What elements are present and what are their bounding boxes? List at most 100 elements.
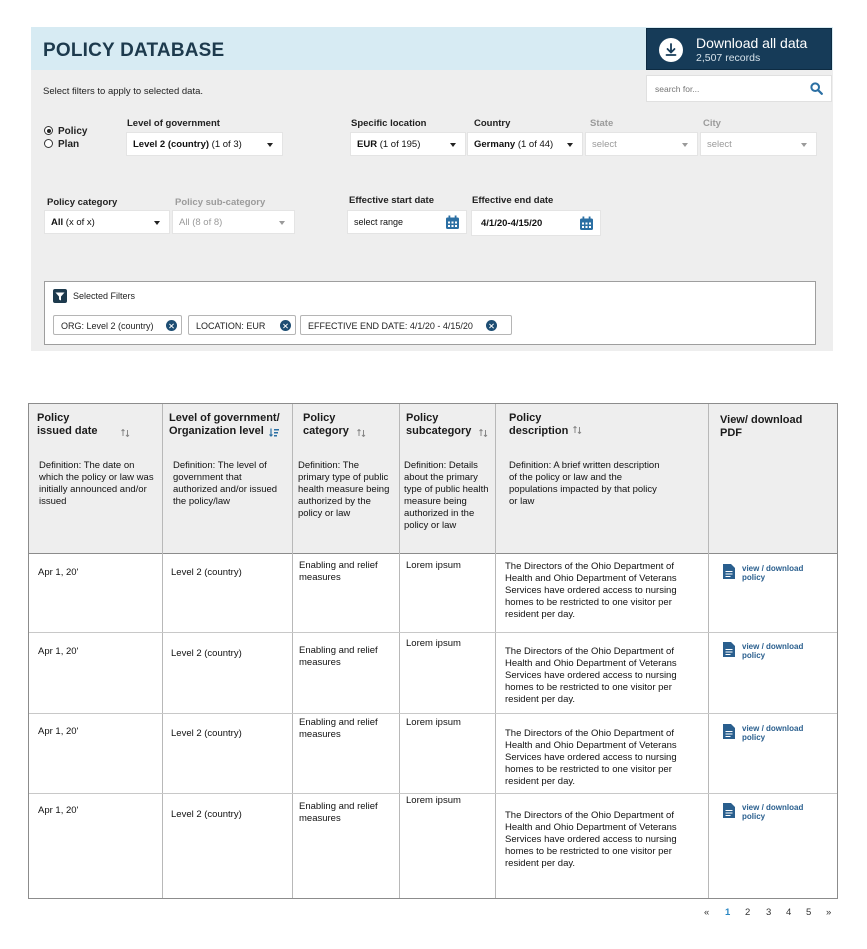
sort-active-icon[interactable] (269, 428, 280, 437)
category-cell: Enabling and relief measures (299, 645, 378, 668)
column-header-subcategory[interactable]: Policy subcategory Definition: Details a… (399, 404, 495, 554)
view-download-label[interactable]: view / download policy (742, 564, 814, 582)
column-title: Policy issued date (37, 412, 98, 437)
page-button[interactable]: 4 (786, 907, 791, 918)
country-select[interactable]: Germany (1 of 44) (467, 132, 583, 156)
city-select[interactable]: select (700, 132, 817, 156)
start-date-value: select range (354, 217, 404, 227)
chevron-down-icon (450, 143, 456, 147)
start-date-field[interactable]: select range (347, 210, 467, 234)
column-definition: Definition: Details about the primary ty… (404, 460, 489, 531)
column-header-pdf: View/ download PDF (708, 404, 837, 554)
download-all-button[interactable]: Download all data 2,507 records (646, 28, 832, 70)
radio-button-checked[interactable] (44, 126, 53, 135)
level-cell: Level 2 (country) (171, 648, 242, 659)
level-cell: Level 2 (country) (171, 567, 242, 578)
filter-chip-org[interactable]: ORG: Level 2 (country) (53, 315, 182, 335)
search-icon[interactable] (810, 82, 823, 100)
category-label: Policy category (47, 197, 118, 208)
sort-icon[interactable] (479, 429, 488, 437)
column-divider (708, 404, 709, 898)
remove-chip-icon[interactable] (280, 320, 291, 331)
column-header-category[interactable]: Policy category Definition: The primary … (292, 404, 399, 554)
view-download-label[interactable]: view / download policy (742, 724, 814, 742)
category-select[interactable]: All (x of x) (44, 210, 170, 234)
column-title: Policy subcategory (406, 412, 472, 437)
row-divider (29, 632, 837, 633)
selected-filters-label: Selected Filters (73, 291, 136, 301)
issued-date-cell: Apr 1, 20' (38, 726, 79, 737)
issued-date-cell: Apr 1, 20' (38, 567, 79, 578)
column-title: View/ download PDF (720, 414, 803, 439)
category-value: All (51, 217, 64, 228)
prev-page-button[interactable]: « (704, 907, 709, 918)
city-value: select (707, 139, 732, 150)
column-definition: Definition: The primary type of public h… (298, 460, 390, 519)
end-date-field[interactable]: 4/1/20-4/15/20 (471, 210, 601, 236)
page-button[interactable]: 1 (725, 907, 730, 918)
calendar-icon[interactable] (579, 216, 594, 234)
column-definition: Definition: The level of government that… (173, 460, 278, 507)
selected-filters-box: Selected Filters ORG: Level 2 (country) … (44, 281, 816, 345)
level-label: Level of government (127, 118, 220, 129)
description-cell: The Directors of the Ohio Department of … (505, 728, 677, 787)
filter-chip-end-date[interactable]: EFFECTIVE END DATE: 4/1/20 - 4/15/20 (300, 315, 512, 335)
chip-label: LOCATION: EUR (196, 321, 266, 331)
row-divider (29, 793, 837, 794)
column-divider (399, 404, 400, 898)
state-value: select (592, 139, 617, 150)
page-button[interactable]: 2 (745, 907, 750, 918)
page-button[interactable]: 3 (766, 907, 771, 918)
level-cell: Level 2 (country) (171, 809, 242, 820)
chevron-down-icon (267, 143, 273, 147)
column-header-issued-date[interactable]: Policy issued date Definition: The date … (29, 404, 162, 554)
city-label: City (703, 118, 721, 129)
policy-table: Policy issued date Definition: The date … (28, 403, 838, 899)
calendar-icon[interactable] (445, 215, 460, 233)
column-header-description[interactable]: Policy description Definition: A brief w… (495, 404, 708, 554)
end-date-value: 4/1/20-4/15/20 (481, 218, 543, 229)
subcategory-select[interactable]: All (8 of 8) (172, 210, 295, 234)
filter-hint: Select filters to apply to selected data… (43, 86, 204, 97)
column-header-level[interactable]: Level of government/ Organization level … (162, 404, 292, 554)
category-cell: Enabling and relief measures (299, 560, 378, 583)
subcategory-label: Policy sub-category (175, 197, 266, 208)
level-value: Level 2 (country) (133, 139, 210, 150)
search-input[interactable] (655, 81, 805, 97)
start-date-label: Effective start date (349, 195, 435, 206)
next-page-button[interactable]: » (826, 907, 831, 918)
record-count: 2,507 records (696, 52, 761, 64)
search-box[interactable] (646, 75, 832, 102)
filter-chip-location[interactable]: LOCATION: EUR (188, 315, 296, 335)
column-divider (162, 404, 163, 898)
remove-chip-icon[interactable] (166, 320, 177, 331)
state-select[interactable]: select (585, 132, 698, 156)
remove-chip-icon[interactable] (486, 320, 497, 331)
radio-policy[interactable]: Policy (44, 126, 87, 137)
chevron-down-icon (279, 221, 285, 225)
state-label: State (590, 118, 614, 129)
location-count: (1 of 195) (379, 139, 421, 150)
country-label: Country (474, 118, 511, 129)
end-date-label: Effective end date (472, 195, 554, 206)
radio-plan-label: Plan (58, 139, 80, 150)
radio-button[interactable] (44, 139, 53, 148)
level-select[interactable]: Level 2 (country) (1 of 3) (126, 132, 283, 156)
sort-icon[interactable] (357, 429, 366, 437)
view-download-label[interactable]: view / download policy (742, 642, 814, 660)
sort-icon[interactable] (573, 426, 582, 434)
radio-policy-label: Policy (58, 126, 88, 137)
subcategory-cell: Lorem ipsum (406, 795, 461, 806)
location-label: Specific location (351, 118, 427, 129)
subcategory-cell: Lorem ipsum (406, 638, 461, 649)
location-select[interactable]: EUR (1 of 195) (350, 132, 466, 156)
page-button[interactable]: 5 (806, 907, 811, 918)
view-download-label[interactable]: view / download policy (742, 803, 814, 821)
download-icon (659, 38, 683, 62)
description-cell: The Directors of the Ohio Department of … (505, 646, 677, 705)
column-title: Policy category (303, 412, 349, 437)
sort-icon[interactable] (121, 429, 130, 437)
radio-plan[interactable]: Plan (44, 139, 79, 150)
country-count: (1 of 44) (517, 139, 554, 150)
document-icon (723, 642, 735, 657)
